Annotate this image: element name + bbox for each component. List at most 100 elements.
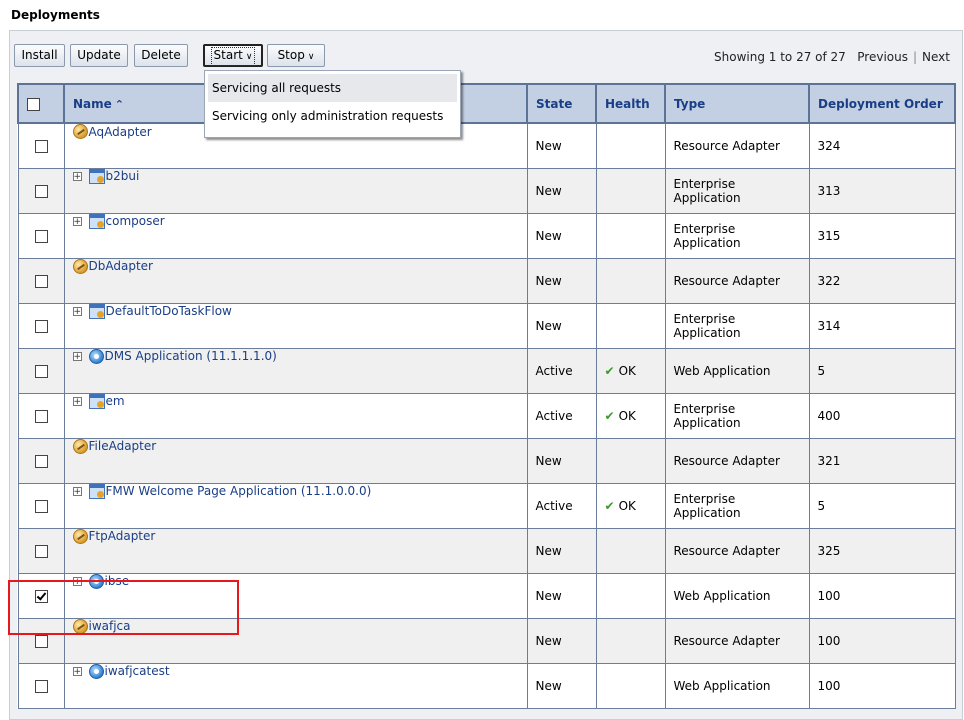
name-cell: + DMS Application (11.1.1.1.0) [63,347,528,394]
row-checkbox[interactable] [34,274,48,288]
deployment-name-link[interactable]: DMS Application (11.1.1.1.0) [105,349,277,363]
expand-icon[interactable]: + [72,216,82,226]
state-cell: New [526,527,597,574]
health-cell [595,122,666,169]
order-cell: 100 [808,572,956,619]
menu-item-servicing-admin[interactable]: Servicing only administration requests [208,102,457,130]
expand-icon[interactable]: + [72,396,82,406]
health-cell [595,617,666,664]
deployment-name-link[interactable]: iwafjcatest [105,664,170,678]
table-row: FtpAdapter New Resource Adapter 325 [17,527,956,574]
row-checkbox[interactable] [34,229,48,243]
enterprise-app-icon [88,168,105,184]
enterprise-app-icon [88,213,105,229]
row-select-cell [17,257,65,304]
name-cell: + composer [63,212,528,259]
row-checkbox[interactable] [34,364,48,378]
install-button[interactable]: Install [14,44,65,67]
health-column-header[interactable]: Health [595,83,666,124]
pager-separator: | [912,50,918,64]
deployment-name-link[interactable]: em [106,394,125,408]
row-select-cell [17,167,65,214]
start-dropdown-menu: Servicing all requests Servicing only ad… [204,70,461,138]
table-row: DbAdapter New Resource Adapter 322 [17,257,956,304]
stop-button[interactable]: Stop ∨ [267,44,325,67]
select-all-header [17,83,65,124]
table-row: + em Active ✔ OK Enterprise Application 400 [17,392,956,439]
sort-ascending-icon[interactable]: ⌃ [115,98,124,111]
deployment-name-link[interactable]: FMW Welcome Page Application (11.1.0.0.0… [106,484,372,498]
table-row: + FMW Welcome Page Application (11.1.0.0.… [17,482,956,529]
row-select-cell [17,437,65,484]
health-cell: ✔ OK [595,392,666,439]
row-checkbox[interactable] [34,139,48,153]
state-cell: New [526,572,597,619]
delete-button[interactable]: Delete [134,44,188,67]
web-app-icon [88,348,104,364]
state-cell: New [526,212,597,259]
chevron-down-icon: ∨ [245,52,253,62]
expand-icon[interactable]: + [72,171,82,181]
adapter-icon [72,438,88,454]
menu-item-servicing-all[interactable]: Servicing all requests [208,74,457,102]
order-cell: 321 [808,437,956,484]
expand-icon[interactable]: + [72,666,82,676]
order-column-header[interactable]: Deployment Order [808,83,956,124]
health-cell [595,212,666,259]
deployment-name-link[interactable]: FileAdapter [89,439,157,453]
state-cell: New [526,167,597,214]
start-button[interactable]: Start ∨ [203,44,263,67]
row-select-cell [17,347,65,394]
table-row: + b2bui New Enterprise Application 313 [17,167,956,214]
type-cell: Resource Adapter [664,617,810,664]
deployment-name-link[interactable]: DefaultToDoTaskFlow [106,304,232,318]
expand-icon[interactable]: + [72,486,82,496]
health-cell [595,437,666,484]
adapter-icon [72,528,88,544]
next-link[interactable]: Next [922,50,950,64]
row-checkbox[interactable] [34,499,48,513]
stop-label: Stop [277,48,305,62]
order-cell: 313 [808,167,956,214]
select-all-checkbox[interactable] [27,97,40,111]
type-cell: Enterprise Application [664,482,810,529]
health-cell [595,302,666,349]
deployment-name-link[interactable]: AqAdapter [89,125,152,139]
deployment-name-link[interactable]: FtpAdapter [89,529,156,543]
type-cell: Enterprise Application [664,302,810,349]
row-checkbox[interactable] [34,544,48,558]
deployment-name-link[interactable]: DbAdapter [89,259,153,273]
deployment-name-link[interactable]: b2bui [106,169,140,183]
row-checkbox[interactable] [34,184,48,198]
state-cell: Active [526,392,597,439]
row-checkbox[interactable] [34,634,48,648]
order-cell: 325 [808,527,956,574]
expand-icon[interactable]: + [72,306,82,316]
enterprise-app-icon [88,303,105,319]
name-cell: + b2bui [63,167,528,214]
state-cell: New [526,437,597,484]
check-icon: ✔ [604,498,615,513]
type-cell: Resource Adapter [664,437,810,484]
order-cell: 315 [808,212,956,259]
row-checkbox[interactable] [34,319,48,333]
update-button[interactable]: Update [70,44,128,67]
deployment-name-link[interactable]: composer [106,214,165,228]
order-cell: 400 [808,392,956,439]
state-column-header[interactable]: State [526,83,597,124]
expand-icon[interactable]: + [72,351,82,361]
row-checkbox[interactable] [34,679,48,693]
row-select-cell [17,482,65,529]
table-row: + composer New Enterprise Application 315 [17,212,956,259]
name-header-label: Name [73,96,112,111]
state-cell: New [526,257,597,304]
row-checkbox[interactable] [34,409,48,423]
name-cell: FtpAdapter [63,527,528,574]
previous-link[interactable]: Previous [857,50,908,64]
table-row: AqAdapter New Resource Adapter 324 [17,122,956,169]
adapter-icon [72,124,88,139]
type-column-header[interactable]: Type [664,83,810,124]
health-status: OK [618,498,636,513]
row-checkbox[interactable] [34,454,48,468]
row-select-cell [17,392,65,439]
